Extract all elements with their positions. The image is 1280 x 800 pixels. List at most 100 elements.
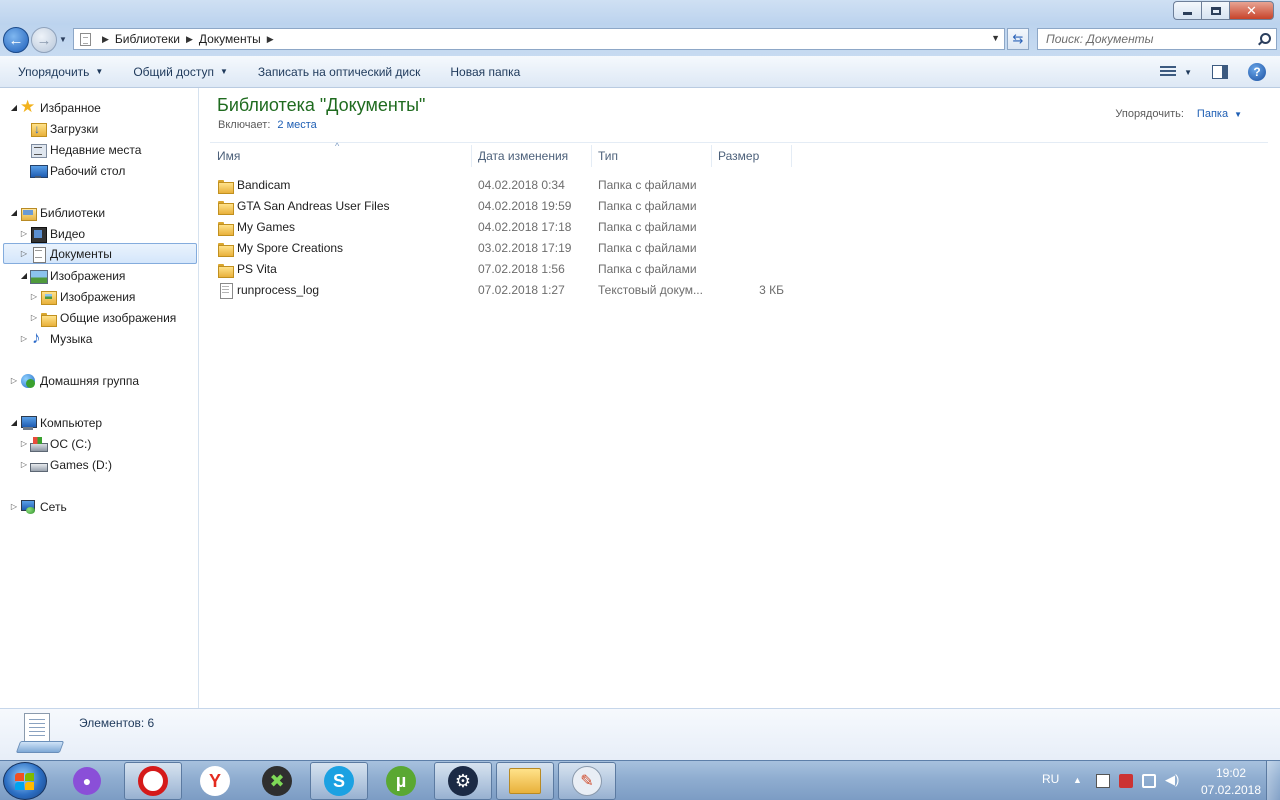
breadcrumb-separator-icon[interactable]: ▶ — [102, 34, 109, 45]
expand-arrow-icon[interactable]: ▷ — [29, 313, 39, 322]
back-button[interactable]: ← — [3, 27, 29, 53]
sidebar-item-label: ОС (C:) — [50, 436, 92, 451]
language-indicator[interactable]: RU — [1042, 772, 1059, 786]
taskbar-app-steam[interactable]: ⚙ — [434, 762, 492, 800]
documents-library-large-icon — [15, 713, 65, 757]
collapse-arrow-icon[interactable]: ◢ — [9, 208, 19, 217]
forward-button[interactable]: → — [31, 27, 57, 53]
column-header-name[interactable]: Имя — [210, 145, 472, 167]
sidebar-item-documents[interactable]: ▷ Документы — [3, 243, 197, 264]
help-icon[interactable]: ? — [1248, 63, 1266, 81]
file-row[interactable]: GTA San Andreas User Files 04.02.2018 19… — [217, 195, 817, 216]
file-row[interactable]: My Spore Creations 03.02.2018 17:19 Папк… — [217, 237, 817, 258]
collapse-arrow-icon[interactable]: ◢ — [9, 103, 19, 112]
sidebar-item-pictures[interactable]: ◢ Изображения — [19, 265, 125, 286]
clock-time[interactable]: 19:02 — [1196, 766, 1266, 780]
sidebar-item-network[interactable]: ▷ Сеть — [9, 496, 67, 517]
change-view-icon[interactable] — [1160, 66, 1177, 78]
address-bar[interactable]: ▶ Библиотеки ▶ Документы ▶ ▼ — [73, 28, 1005, 50]
breadcrumb-separator-icon[interactable]: ▶ — [186, 34, 193, 45]
recent-pages-dropdown[interactable]: ▼ — [59, 35, 67, 44]
address-history-dropdown[interactable]: ▼ — [991, 33, 1000, 43]
expand-arrow-icon[interactable]: ▷ — [19, 334, 29, 343]
taskbar-app-skype[interactable]: S — [310, 762, 368, 800]
breadcrumb-libraries[interactable]: Библиотеки — [115, 32, 180, 46]
file-row[interactable]: PS Vita 07.02.2018 1:56 Папка с файлами — [217, 258, 817, 279]
file-row[interactable]: runprocess_log 07.02.2018 1:27 Текстовый… — [217, 279, 817, 300]
chevron-down-icon: ▼ — [219, 67, 228, 76]
column-header-date[interactable]: Дата изменения — [471, 145, 592, 167]
column-header-size[interactable]: Размер — [711, 145, 792, 167]
maximize-button[interactable] — [1201, 1, 1229, 20]
search-icon[interactable] — [1254, 29, 1276, 49]
sidebar-item-label: Загрузки — [50, 121, 99, 136]
search-box[interactable]: Поиск: Документы — [1037, 28, 1277, 50]
share-menu-button[interactable]: Общий доступ ▼ — [118, 65, 243, 79]
taskbar-app-yandex[interactable]: Y — [186, 762, 244, 800]
expand-arrow-icon[interactable]: ▷ — [9, 376, 19, 385]
sidebar-item-downloads[interactable]: Загрузки — [30, 118, 98, 139]
sidebar-item-drive-d[interactable]: ▷ Games (D:) — [19, 454, 112, 475]
close-button[interactable]: ✕ — [1229, 1, 1274, 20]
sidebar-item-recent-places[interactable]: Недавние места — [30, 139, 141, 160]
preview-pane-icon[interactable] — [1212, 65, 1228, 79]
sidebar-item-video[interactable]: ▷ Видео — [19, 223, 85, 244]
new-folder-button[interactable]: Новая папка — [435, 65, 535, 79]
breadcrumb-documents[interactable]: Документы — [199, 32, 261, 46]
sidebar-item-label: Общие изображения — [60, 310, 177, 325]
chevron-down-icon[interactable]: ▼ — [1234, 110, 1242, 119]
sidebar-item-libraries[interactable]: ◢ Библиотеки — [9, 202, 105, 223]
expand-arrow-icon[interactable]: ▷ — [19, 439, 29, 448]
expand-arrow-icon[interactable]: ▷ — [19, 249, 29, 258]
action-center-flag-icon[interactable] — [1096, 774, 1110, 788]
burn-disc-button[interactable]: Записать на оптический диск — [243, 65, 436, 79]
taskbar-app-utorrent[interactable]: µ — [372, 762, 430, 800]
explorer-icon — [509, 768, 541, 794]
show-hidden-icons-icon[interactable]: ▲ — [1073, 775, 1082, 785]
network-status-icon[interactable] — [1142, 774, 1156, 788]
tray-app-icon[interactable] — [1119, 774, 1133, 788]
taskbar-app-opera[interactable] — [124, 762, 182, 800]
organize-menu-button[interactable]: Упорядочить ▼ — [0, 65, 118, 79]
collapse-arrow-icon[interactable]: ◢ — [9, 418, 19, 427]
public-pictures-folder-icon — [40, 310, 57, 327]
arrange-by-dropdown[interactable]: Папка — [1197, 108, 1228, 120]
sidebar-item-music[interactable]: ▷ Музыка — [19, 328, 93, 349]
show-desktop-button[interactable] — [1266, 761, 1280, 800]
taskbar-app-paint[interactable]: ✎ — [558, 762, 616, 800]
expand-arrow-icon[interactable]: ▷ — [29, 292, 39, 301]
steam-icon: ⚙ — [448, 766, 478, 796]
clock-date[interactable]: 07.02.2018 — [1196, 783, 1266, 797]
sidebar-item-computer[interactable]: ◢ Компьютер — [9, 412, 102, 433]
column-header-type[interactable]: Тип — [591, 145, 712, 167]
taskbar-app-xbox[interactable]: ✖ — [248, 762, 306, 800]
includes-locations-link[interactable]: 2 места — [277, 119, 316, 131]
sidebar-item-my-pictures[interactable]: ▷ Изображения — [29, 286, 135, 307]
expand-arrow-icon[interactable]: ▷ — [19, 460, 29, 469]
sidebar-item-desktop[interactable]: Рабочий стол — [30, 160, 125, 181]
sidebar-item-homegroup[interactable]: ▷ Домашняя группа — [9, 370, 139, 391]
file-row[interactable]: Bandicam 04.02.2018 0:34 Папка с файлами — [217, 174, 817, 195]
sidebar-item-drive-c[interactable]: ▷ ОС (C:) — [19, 433, 91, 454]
file-size: 3 КБ — [759, 282, 784, 297]
sidebar-item-label: Недавние места — [50, 142, 142, 157]
view-options-dropdown[interactable]: ▼ — [1184, 68, 1192, 77]
taskbar-app-explorer[interactable] — [496, 762, 554, 800]
taskbar-app-cortana[interactable]: ● — [58, 762, 116, 800]
start-button[interactable] — [3, 762, 47, 800]
file-date: 04.02.2018 19:59 — [478, 198, 572, 213]
collapse-arrow-icon[interactable]: ◢ — [19, 271, 29, 280]
refresh-button[interactable]: ⇆ — [1007, 28, 1029, 50]
expand-arrow-icon[interactable]: ▷ — [19, 229, 29, 238]
minimize-button[interactable] — [1173, 1, 1201, 20]
sidebar-item-favorites[interactable]: ◢ Избранное — [9, 97, 101, 118]
expand-arrow-icon[interactable]: ▷ — [9, 502, 19, 511]
file-row[interactable]: My Games 04.02.2018 17:18 Папка с файлам… — [217, 216, 817, 237]
sidebar-item-public-pictures[interactable]: ▷ Общие изображения — [29, 307, 176, 328]
file-type: Папка с файлами — [598, 219, 697, 234]
breadcrumb-separator-icon[interactable]: ▶ — [267, 34, 274, 45]
search-input[interactable]: Поиск: Документы — [1046, 32, 1254, 46]
close-icon: ✕ — [1246, 2, 1257, 18]
sidebar-item-label: Видео — [50, 226, 86, 241]
volume-icon[interactable]: ◀) — [1165, 772, 1179, 787]
